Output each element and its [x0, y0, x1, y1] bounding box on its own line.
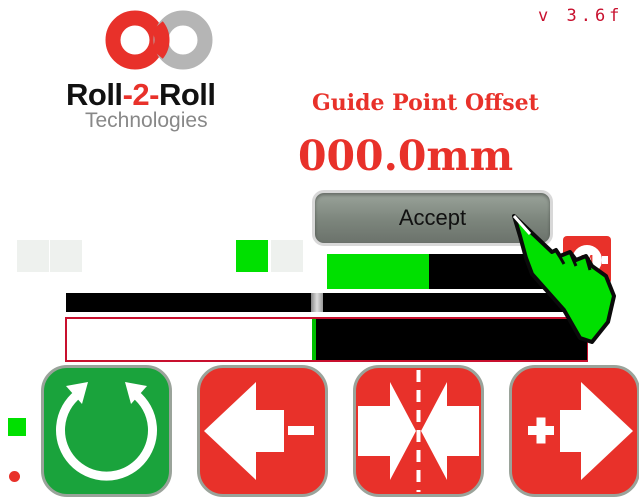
status-indicator-dot [9, 471, 20, 482]
center-button[interactable] [353, 365, 484, 497]
status-indicator-square [8, 418, 26, 436]
circular-arrows-icon [56, 382, 157, 481]
offset-value: 000.0mm [298, 132, 514, 180]
auto-button[interactable] [41, 365, 172, 497]
infinity-logo-icon [105, 10, 213, 70]
version-label: v 3.6f [538, 6, 624, 26]
level-bar-fill [327, 254, 429, 289]
indicator-square-green [236, 240, 268, 272]
brand-name: Roll-2-Roll [66, 77, 216, 112]
offset-title: Guide Point Offset [312, 90, 539, 116]
arrow-left-minus-icon [204, 382, 314, 480]
indicator-square-3 [271, 240, 303, 272]
position-track [66, 293, 589, 312]
indicator-square-1 [17, 240, 49, 272]
brand-subtitle: Technologies [85, 109, 208, 132]
move-right-button[interactable] [509, 365, 639, 497]
position-marker[interactable] [311, 293, 324, 312]
arrows-to-center-icon [358, 370, 479, 492]
sensor-edge-line [312, 319, 316, 360]
pointing-hand-icon [512, 214, 616, 344]
arrow-right-plus-icon [528, 382, 633, 480]
move-left-button[interactable] [197, 365, 328, 497]
indicator-square-2 [50, 240, 82, 272]
